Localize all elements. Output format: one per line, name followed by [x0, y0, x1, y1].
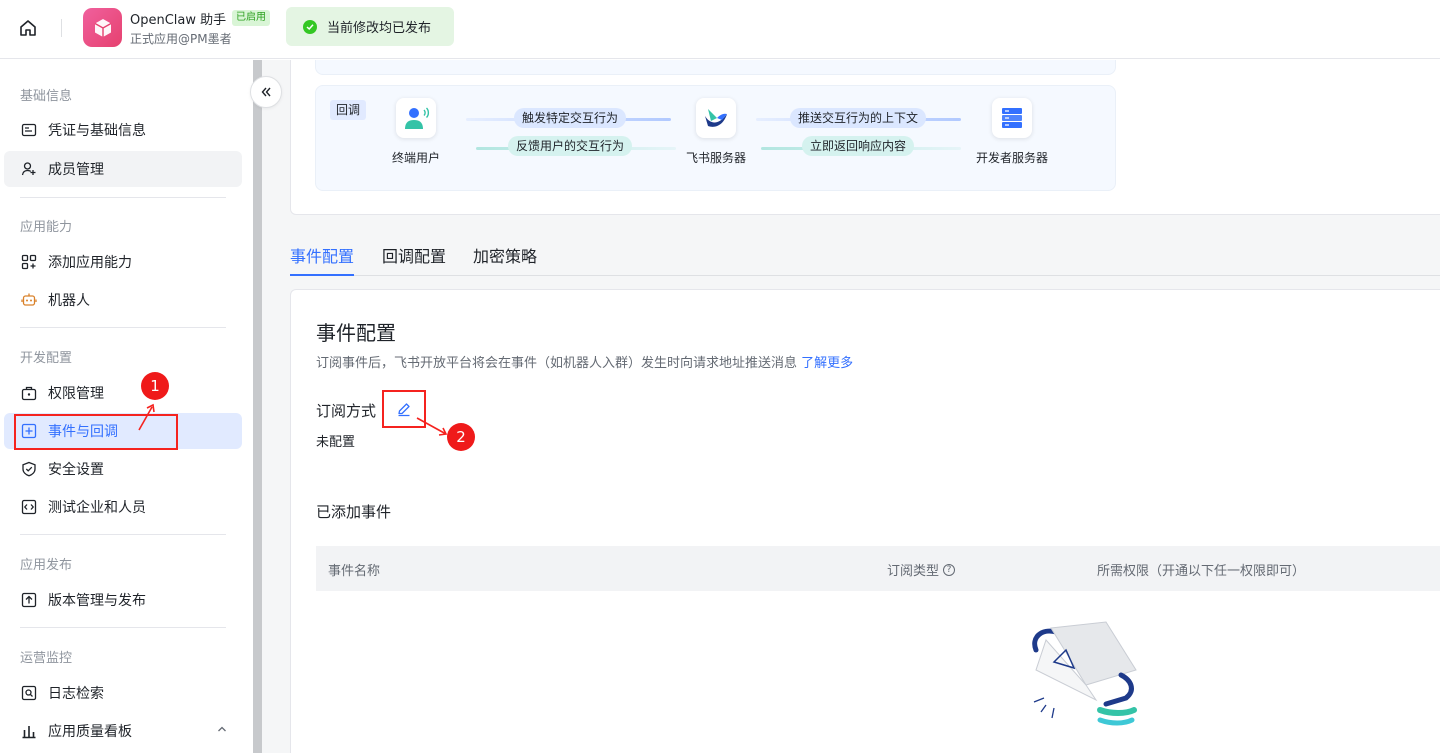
description-text: 订阅事件后，飞书开放平台将会在事件（如机器人入群）发生时向请求地址推送消息 — [316, 356, 798, 371]
section-description: 订阅事件后，飞书开放平台将会在事件（如机器人入群）发生时向请求地址推送消息 了解… — [316, 352, 853, 371]
app-logo-icon — [83, 8, 122, 47]
id-card-icon — [20, 121, 38, 139]
sidebar-item-quality[interactable]: 应用质量看板 — [4, 713, 242, 749]
server-icon — [992, 98, 1032, 138]
robot-icon — [20, 291, 38, 309]
section-title: 事件配置 — [316, 321, 396, 345]
flow-pill: 推送交互行为的上下文 — [789, 108, 927, 128]
app-subtitle: 正式应用@PM墨者 — [130, 32, 232, 46]
section-title: 应用发布 — [20, 558, 73, 573]
node-label: 飞书服务器 — [685, 151, 747, 165]
sidebar-item-label: 机器人 — [48, 293, 90, 309]
app-name: OpenClaw 助手 — [130, 13, 227, 28]
subscription-value: 未配置 — [316, 435, 356, 450]
log-search-icon — [20, 684, 38, 702]
chevron-up-icon[interactable] — [216, 723, 228, 739]
sidebar-item-label: 版本管理与发布 — [48, 593, 146, 609]
sidebar-item-members[interactable]: 成员管理 — [4, 151, 242, 187]
user-add-icon — [20, 160, 38, 178]
sidebar-item-label: 事件与回调 — [48, 424, 118, 440]
flow-pill: 立即返回响应内容 — [801, 136, 915, 156]
section-title: 应用能力 — [20, 220, 73, 235]
event-config-card: 事件配置 订阅事件后，飞书开放平台将会在事件（如机器人入群）发生时向请求地址推送… — [290, 289, 1440, 753]
upload-box-icon — [20, 591, 38, 609]
section-title: 基础信息 — [20, 89, 73, 104]
tab-event-config[interactable]: 事件配置 — [290, 243, 354, 267]
sidebar-item-label: 日志检索 — [48, 686, 104, 702]
divider — [20, 534, 226, 535]
tab-callback-config[interactable]: 回调配置 — [382, 243, 446, 267]
status-badge: 已启用 — [232, 10, 270, 26]
empty-state-illustration — [1032, 621, 1137, 726]
config-tabs: 事件配置 回调配置 加密策略 — [290, 235, 1440, 276]
sidebar-item-test-org[interactable]: 测试企业和人员 — [4, 489, 242, 525]
event-flow-box — [315, 60, 1116, 75]
sidebar-item-label: 应用质量看板 — [48, 724, 132, 740]
callback-flow-card: 回调 终端用户 飞书服务器 开发者服务器 触发特定交互行为 反馈用户的交互行为 … — [290, 60, 1440, 215]
column-header: 订阅类型 ? — [887, 560, 956, 579]
section-title: 运营监控 — [20, 651, 73, 666]
publish-status-text: 当前修改均已发布 — [327, 21, 432, 36]
event-icon — [20, 422, 38, 440]
sidebar: 基础信息 凭证与基础信息 成员管理 应用能力 添加应用能力 机器人 开发配置 权… — [0, 60, 252, 753]
sidebar-scrollbar[interactable] — [253, 60, 262, 753]
sidebar-item-release[interactable]: 版本管理与发布 — [4, 582, 242, 618]
divider — [61, 19, 62, 37]
collapse-sidebar-button[interactable] — [250, 76, 282, 108]
double-chevron-left-icon — [261, 87, 271, 97]
main-content: 回调 终端用户 飞书服务器 开发者服务器 触发特定交互行为 反馈用户的交互行为 … — [270, 60, 1440, 753]
tab-encryption[interactable]: 加密策略 — [473, 243, 537, 267]
sidebar-item-label: 安全设置 — [48, 462, 104, 478]
added-events-title: 已添加事件 — [316, 503, 392, 521]
flow-pill: 反馈用户的交互行为 — [507, 136, 633, 156]
column-header: 所需权限（开通以下任一权限即可） — [1097, 564, 1306, 579]
flow-tag: 回调 — [330, 100, 367, 120]
sidebar-item-label: 成员管理 — [48, 162, 104, 178]
divider — [20, 197, 226, 198]
feishu-logo-icon — [696, 98, 736, 138]
node-label: 开发者服务器 — [975, 151, 1049, 165]
user-icon — [396, 98, 436, 138]
flow-pill: 触发特定交互行为 — [513, 108, 627, 128]
sidebar-item-events[interactable]: 事件与回调 — [4, 413, 242, 449]
gutter — [262, 60, 270, 753]
annotation-marker: 2 — [447, 423, 475, 451]
help-icon[interactable]: ? — [943, 563, 956, 576]
sidebar-item-bot[interactable]: 机器人 — [4, 282, 242, 318]
events-table-header: 事件名称 订阅类型 ? 所需权限（开通以下任一权限即可） — [316, 546, 1440, 591]
annotation-marker: 1 — [141, 372, 169, 400]
subscription-label: 订阅方式 — [316, 402, 377, 420]
callback-flow-box: 回调 终端用户 飞书服务器 开发者服务器 触发特定交互行为 反馈用户的交互行为 … — [315, 85, 1116, 191]
sidebar-item-permissions[interactable]: 权限管理 — [4, 375, 242, 411]
code-box-icon — [20, 498, 38, 516]
sidebar-item-security[interactable]: 安全设置 — [4, 451, 242, 487]
edit-subscription-button[interactable] — [382, 390, 426, 428]
sidebar-item-add-capability[interactable]: 添加应用能力 — [4, 244, 242, 280]
apps-add-icon — [20, 253, 38, 271]
pencil-icon — [398, 403, 410, 417]
active-tab-indicator — [290, 274, 354, 276]
top-bar: OpenClaw 助手 已启用 正式应用@PM墨者 当前修改均已发布 — [0, 0, 1440, 59]
column-header: 事件名称 — [328, 564, 381, 579]
bar-chart-icon — [20, 722, 38, 740]
sidebar-item-logs[interactable]: 日志检索 — [4, 675, 242, 711]
sidebar-item-credentials[interactable]: 凭证与基础信息 — [4, 112, 242, 148]
home-icon[interactable] — [14, 14, 42, 42]
publish-status: 当前修改均已发布 — [286, 7, 454, 46]
shield-icon — [20, 460, 38, 478]
sidebar-item-label: 添加应用能力 — [48, 255, 132, 271]
sidebar-item-label: 权限管理 — [48, 386, 104, 402]
lock-box-icon — [20, 384, 38, 402]
node-label: 终端用户 — [391, 151, 441, 165]
divider — [20, 627, 226, 628]
section-title: 开发配置 — [20, 351, 73, 366]
sidebar-item-label: 测试企业和人员 — [48, 500, 146, 516]
sidebar-item-label: 凭证与基础信息 — [48, 123, 146, 139]
divider — [20, 327, 226, 328]
learn-more-link[interactable]: 了解更多 — [801, 356, 853, 371]
check-circle-icon — [303, 19, 317, 34]
